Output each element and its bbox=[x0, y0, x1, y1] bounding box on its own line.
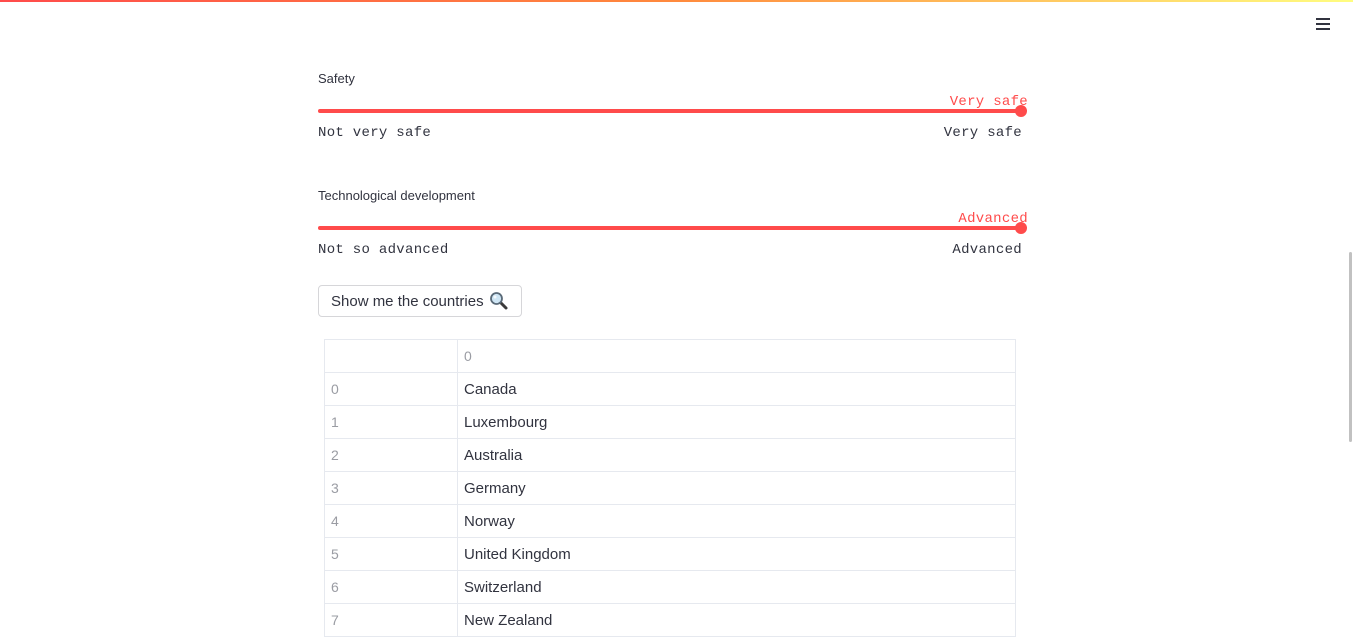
slider-min-label: Not very safe bbox=[318, 125, 432, 141]
table-row: 4 Norway bbox=[324, 504, 1016, 538]
row-index: 4 bbox=[324, 504, 458, 538]
page-scrollbar[interactable] bbox=[1349, 252, 1352, 442]
country-cell: Norway bbox=[457, 504, 1016, 538]
slider-track[interactable] bbox=[318, 109, 1022, 113]
country-cell: Canada bbox=[457, 372, 1016, 406]
row-index: 0 bbox=[324, 372, 458, 406]
technology-slider: Technological development Advanced Not s… bbox=[318, 188, 1028, 268]
country-cell: Switzerland bbox=[457, 570, 1016, 604]
slider-thumb[interactable] bbox=[1015, 222, 1027, 234]
row-index: 3 bbox=[324, 471, 458, 505]
country-cell: United Kingdom bbox=[457, 537, 1016, 571]
show-countries-button[interactable]: Show me the countries bbox=[318, 285, 522, 317]
row-index: 1 bbox=[324, 405, 458, 439]
slider-max-label: Advanced bbox=[952, 242, 1022, 258]
table-row: 1 Luxembourg bbox=[324, 405, 1016, 439]
header-decoration-bar bbox=[0, 0, 1353, 2]
row-index: 7 bbox=[324, 603, 458, 637]
table-row: 3 Germany bbox=[324, 471, 1016, 505]
slider-track[interactable] bbox=[318, 226, 1022, 230]
slider-min-label: Not so advanced bbox=[318, 242, 449, 258]
countries-table: 0 0 Canada 1 Luxembourg 2 Australia 3 Ge… bbox=[324, 339, 1016, 637]
country-cell: Australia bbox=[457, 438, 1016, 472]
table-header-row: 0 bbox=[324, 339, 1016, 373]
slider-max-label: Very safe bbox=[943, 125, 1022, 141]
country-cell: Luxembourg bbox=[457, 405, 1016, 439]
table-row: 5 United Kingdom bbox=[324, 537, 1016, 571]
value-column-header: 0 bbox=[457, 339, 1016, 373]
safety-slider: Safety Very safe Not very safe Very safe bbox=[318, 71, 1028, 151]
hamburger-menu-icon bbox=[1316, 18, 1330, 30]
country-cell: Germany bbox=[457, 471, 1016, 505]
row-index: 6 bbox=[324, 570, 458, 604]
slider-label: Technological development bbox=[318, 188, 475, 203]
table-row: 0 Canada bbox=[324, 372, 1016, 406]
country-cell: New Zealand bbox=[457, 603, 1016, 637]
button-label: Show me the countries bbox=[331, 292, 484, 310]
slider-thumb[interactable] bbox=[1015, 105, 1027, 117]
slider-label: Safety bbox=[318, 71, 355, 86]
main-menu-button[interactable] bbox=[1311, 12, 1335, 36]
magnifying-glass-icon bbox=[489, 291, 509, 311]
row-index: 2 bbox=[324, 438, 458, 472]
table-row: 7 New Zealand bbox=[324, 603, 1016, 637]
table-row: 6 Switzerland bbox=[324, 570, 1016, 604]
table-row: 2 Australia bbox=[324, 438, 1016, 472]
row-index: 5 bbox=[324, 537, 458, 571]
index-column-header bbox=[324, 339, 458, 373]
